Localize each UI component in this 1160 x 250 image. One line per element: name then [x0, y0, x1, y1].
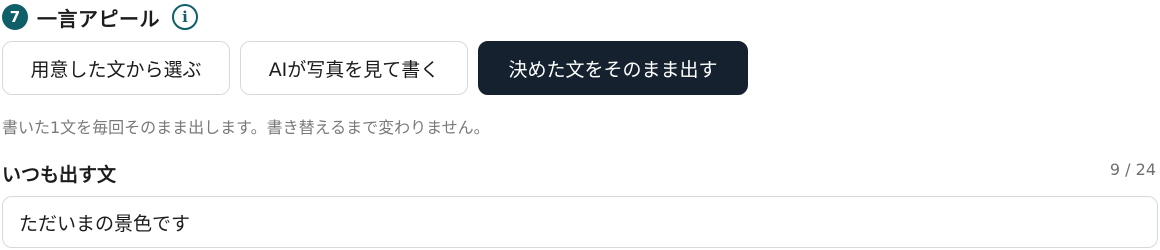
section-title: 一言アピール	[37, 6, 160, 31]
fixed-text-input[interactable]	[2, 196, 1158, 248]
fixed-text-label: いつも出す文	[2, 164, 117, 186]
char-counter: 9 / 24	[1109, 160, 1156, 179]
info-icon[interactable]: i	[172, 4, 198, 30]
appeal-section: 7 一言アピール i 用意した文から選ぶ AIが写真を見て書く 決めた文をそのま…	[0, 0, 1160, 250]
mode-ai-write-button[interactable]: AIが写真を見て書く	[240, 41, 468, 95]
mode-choose-prepared-button[interactable]: 用意した文から選ぶ	[2, 41, 230, 95]
mode-description: 書いた1文を毎回そのまま出します。書き替えるまで変わりません。	[2, 118, 490, 137]
step-number-badge: 7	[2, 4, 28, 30]
mode-fixed-text-button[interactable]: 決めた文をそのまま出す	[478, 41, 748, 95]
section-header: 7 一言アピール i	[2, 3, 198, 31]
mode-selector: 用意した文から選ぶ AIが写真を見て書く 決めた文をそのまま出す	[2, 41, 748, 95]
